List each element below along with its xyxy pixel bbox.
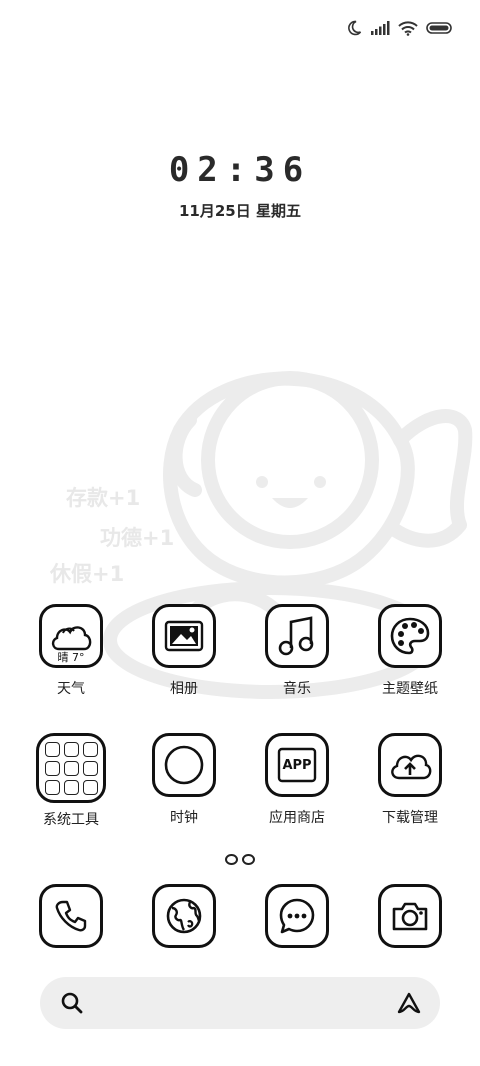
app-label: 主题壁纸	[382, 681, 438, 697]
dock-browser[interactable]	[129, 884, 239, 948]
wifi-icon	[398, 20, 418, 36]
music-note-icon	[278, 616, 314, 656]
camera-tile[interactable]	[378, 884, 442, 948]
browser-tile[interactable]	[152, 884, 216, 948]
messages-tile[interactable]	[265, 884, 329, 948]
app-clock[interactable]: 时钟	[129, 733, 239, 827]
page-dot-active	[225, 854, 238, 865]
palette-icon	[390, 617, 430, 655]
app-store-text: APP	[282, 757, 312, 773]
themes-tile[interactable]	[378, 604, 442, 668]
search-bar[interactable]	[40, 977, 440, 1029]
app-label: 音乐	[283, 681, 311, 697]
status-bar	[346, 20, 454, 36]
folder-icon	[44, 741, 98, 795]
lockscreen-date: 11月25日 星期五	[179, 202, 301, 220]
phone-icon	[55, 900, 87, 932]
wallpaper-text-1: 存款+1	[66, 486, 141, 510]
download-tile[interactable]	[378, 733, 442, 797]
music-tile[interactable]	[265, 604, 329, 668]
dock-camera[interactable]	[355, 884, 465, 948]
dock-phone[interactable]	[16, 884, 126, 948]
gallery-tile[interactable]	[152, 604, 216, 668]
app-gallery[interactable]: 相册	[129, 604, 239, 698]
wallpaper-text-3: 休假+1	[50, 562, 125, 586]
browser-globe-icon	[166, 898, 202, 934]
cloud-icon	[51, 626, 92, 651]
dock-messages[interactable]	[242, 884, 352, 948]
app-label: 天气	[57, 681, 85, 697]
app-system-tools[interactable]: 系统工具	[16, 733, 126, 829]
app-label: 时钟	[170, 810, 198, 826]
page-indicator[interactable]	[0, 850, 480, 869]
page-dot	[242, 854, 255, 865]
assistant-icon[interactable]	[396, 991, 422, 1015]
camera-icon	[392, 902, 428, 931]
wallpaper-text-2: 功德+1	[100, 526, 175, 550]
app-music[interactable]: 音乐	[242, 604, 352, 698]
app-label: 相册	[170, 681, 198, 697]
app-download-manager[interactable]: 下载管理	[355, 733, 465, 827]
cloud-download-icon	[391, 754, 432, 780]
clock-icon	[164, 745, 204, 785]
app-themes[interactable]: 主题壁纸	[355, 604, 465, 698]
app-label: 系统工具	[43, 812, 99, 828]
app-store[interactable]: APP 应用商店	[242, 733, 352, 827]
lockscreen-time[interactable]: 02:36	[0, 150, 480, 190]
folder-tile[interactable]	[36, 733, 106, 803]
signal-icon	[371, 21, 390, 35]
messages-icon	[279, 898, 315, 934]
app-weather[interactable]: 晴 7° 天气	[16, 604, 126, 698]
search-icon[interactable]	[60, 991, 84, 1015]
phone-tile[interactable]	[39, 884, 103, 948]
weather-temp: 晴 7°	[57, 651, 85, 664]
app-label: 下载管理	[382, 810, 438, 826]
weather-tile[interactable]: 晴 7°	[39, 604, 103, 668]
moon-icon	[348, 20, 362, 36]
app-store-tile[interactable]: APP	[265, 733, 329, 797]
picture-icon	[164, 620, 204, 652]
clock-tile[interactable]	[152, 733, 216, 797]
battery-icon	[426, 22, 452, 34]
app-label: 应用商店	[269, 810, 325, 826]
